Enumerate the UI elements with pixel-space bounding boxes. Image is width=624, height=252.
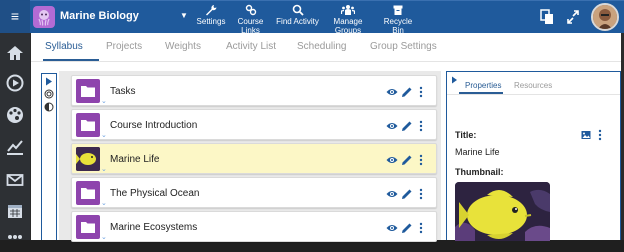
recycle-bin-button[interactable]: Recycle Bin [377,4,419,35]
thumbnail-label: Thumbnail: [455,167,504,177]
more-icon[interactable] [5,232,25,252]
title-label: Title: [455,130,477,140]
row-actions [386,85,430,98]
course-dropdown-icon[interactable]: ▼ [180,11,188,20]
fish-thumbnail [76,147,100,171]
row-actions [386,221,430,234]
eye-icon[interactable] [386,119,398,137]
pencil-icon[interactable] [401,119,413,137]
collapse-panel-icon[interactable] [451,76,458,84]
app-frame: ≡ Marine Biology ▼ Settings Course Links… [0,0,624,242]
tab-resources[interactable]: Resources [514,81,552,90]
find-activity-button[interactable]: Find Activity [276,4,319,26]
list-item-title: Marine Life [110,154,160,165]
target-icon[interactable] [44,89,54,99]
links-icon [245,4,256,16]
eye-icon[interactable] [386,221,398,239]
kebab-menu-icon[interactable] [418,221,424,239]
tab-properties[interactable]: Properties [465,81,501,90]
chevron-down-icon[interactable]: ⌄ [101,131,107,139]
hamburger-menu-icon[interactable]: ≡ [0,0,30,33]
kebab-menu-icon[interactable] [418,153,424,171]
tab-scheduling[interactable]: Scheduling [297,41,346,52]
list-item[interactable]: ⌄ Tasks [71,75,437,106]
syllabus-list: ⌄ Tasks ⌄ Course Introduction ⌄ Marine L… [59,71,441,242]
manage-groups-button[interactable]: Manage Groups [321,4,375,35]
tab-group-settings[interactable]: Group Settings [370,41,437,52]
tab-syllabus[interactable]: Syllabus [45,41,83,52]
search-icon [292,4,304,16]
list-item-title: The Physical Ocean [110,188,200,199]
folder-icon [76,215,100,239]
mail-icon[interactable] [5,170,25,190]
chart-icon[interactable] [5,137,25,157]
image-icon[interactable] [581,130,591,140]
main-panel: Syllabus Projects Weights Activity List … [31,33,621,242]
chevron-down-icon[interactable]: ⌄ [101,199,107,207]
home-icon[interactable] [5,43,25,63]
eye-icon[interactable] [386,187,398,205]
list-item-title: Marine Ecosystems [110,222,198,233]
tab-divider [31,61,621,62]
side-tab-divider [447,94,620,95]
pencil-icon[interactable] [401,221,413,239]
chevron-down-icon[interactable]: ⌄ [101,165,107,173]
pencil-icon[interactable] [401,187,413,205]
thumbnail-image [455,182,550,241]
tab-projects[interactable]: Projects [106,41,142,52]
eye-icon[interactable] [386,153,398,171]
folder-icon [76,181,100,205]
wrench-icon [206,5,217,16]
app-logo-icon [33,6,55,28]
user-avatar[interactable] [591,3,619,31]
folder-icon [76,79,100,103]
fullscreen-icon[interactable] [566,9,580,25]
list-item[interactable]: ⌄ The Physical Ocean [71,177,437,208]
list-item[interactable]: ⌄ Course Introduction [71,109,437,140]
outline-toolbar [41,73,57,240]
folder-icon [76,113,100,137]
list-item[interactable]: ⌄ Marine Ecosystems [71,211,437,242]
kebab-menu-icon[interactable] [418,85,424,103]
contrast-icon[interactable] [44,102,54,112]
settings-label: Settings [196,17,226,26]
groups-icon [341,5,355,15]
course-title[interactable]: Marine Biology [60,10,139,22]
tab-weights[interactable]: Weights [165,41,201,52]
pencil-icon[interactable] [401,85,413,103]
palette-icon[interactable] [5,105,25,125]
left-rail: ≡ [0,0,30,240]
row-actions [386,187,430,200]
expand-icon[interactable] [45,77,53,86]
tab-activity-list[interactable]: Activity List [226,41,276,52]
properties-panel: Properties Resources Title: Marine Life … [446,71,621,241]
find-activity-label: Find Activity [276,17,319,26]
course-links-button[interactable]: Course Links [228,4,273,35]
play-icon[interactable] [5,73,25,93]
list-item-title: Course Introduction [110,120,198,131]
recycle-bin-icon [393,5,403,15]
list-item-selected[interactable]: ⌄ Marine Life [71,143,437,174]
chevron-down-icon[interactable]: ⌄ [101,97,107,105]
top-bar: Marine Biology ▼ Settings Course Links F… [30,0,624,35]
calendar-icon[interactable] [5,201,25,221]
kebab-menu-icon[interactable] [418,119,424,137]
title-value: Marine Life [455,147,500,157]
row-actions [386,119,430,132]
settings-button[interactable]: Settings [196,4,226,26]
eye-icon[interactable] [386,85,398,103]
copy-icon[interactable] [540,9,554,25]
pencil-icon[interactable] [401,153,413,171]
row-actions [386,153,430,166]
tab-bar: Syllabus Projects Weights Activity List … [31,33,621,61]
kebab-menu-icon[interactable] [597,129,603,141]
list-item-title: Tasks [110,86,136,97]
kebab-menu-icon[interactable] [418,187,424,205]
